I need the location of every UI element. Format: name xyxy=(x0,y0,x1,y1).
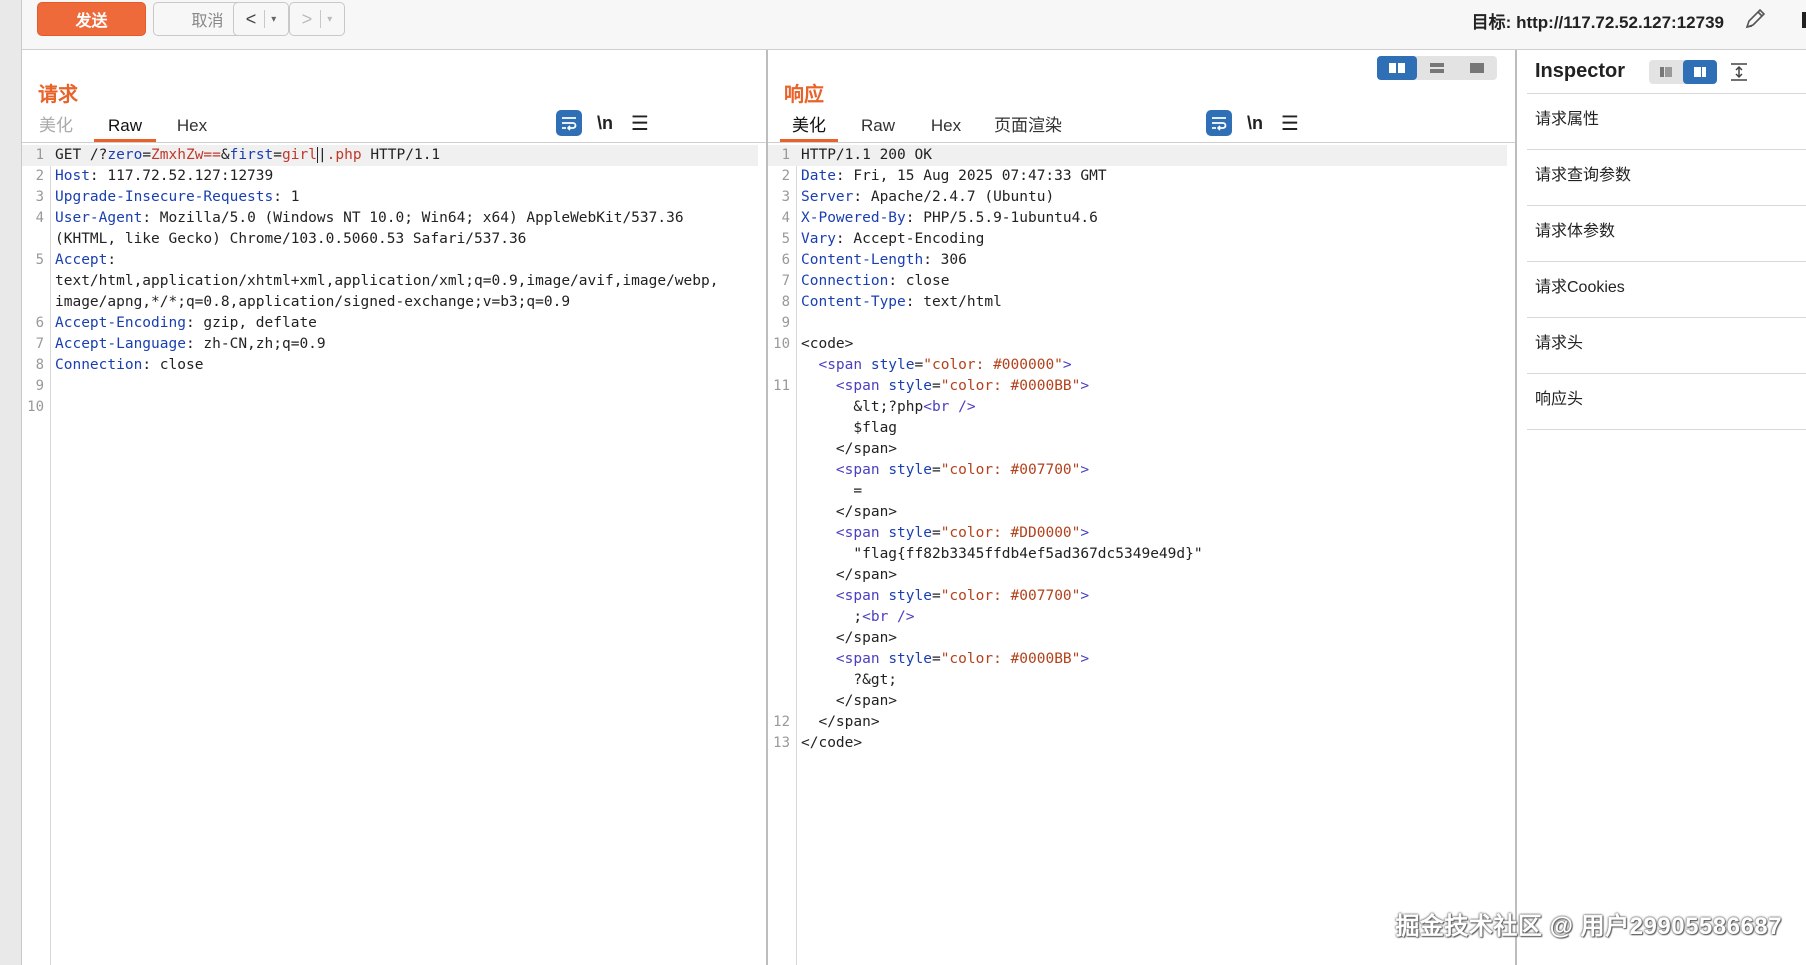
code-line: 10 <code> xyxy=(773,336,854,352)
tab-pretty[interactable]: 美化 xyxy=(780,112,838,142)
tab-divider xyxy=(768,142,1515,143)
code-line: </span> xyxy=(801,693,898,709)
inspector-response-headers[interactable]: 响应头 xyxy=(1527,374,1806,430)
code-line: 5 Vary: Accept-Encoding xyxy=(781,231,985,247)
forward-arrow-icon: > xyxy=(301,8,313,29)
code-line: 9 xyxy=(781,315,790,331)
history-back-button[interactable]: < ▾ xyxy=(233,2,289,36)
inspector-layout-toggle xyxy=(1649,60,1717,84)
layout-stacked-icon[interactable] xyxy=(1417,56,1457,80)
code-line: <span style="color: #DD0000"> xyxy=(801,525,1090,541)
back-arrow-icon: < xyxy=(245,8,257,29)
code-line: (KHTML, like Gecko) Chrome/103.0.5060.53… xyxy=(55,231,527,247)
code-line: = xyxy=(801,483,863,499)
back-dropdown-icon[interactable]: ▾ xyxy=(271,14,276,25)
code-line: 8 Content-Type: text/html xyxy=(781,294,1002,310)
target-url: http://117.72.52.127:12739 xyxy=(1516,13,1724,32)
inspector-title: Inspector xyxy=(1535,60,1626,82)
code-line: 8 Connection: close xyxy=(35,357,204,373)
inspector-body-params[interactable]: 请求体参数 xyxy=(1527,206,1806,262)
response-panel: 响应 美化 Raw Hex 页面渲染 \n ☰ 1 HTTP/1.1 200 OK… xyxy=(768,50,1517,965)
request-editor[interactable]: 1 GET /?zero=ZmxhZw==&first=girl|.php HTT… xyxy=(22,145,758,965)
tab-hex[interactable]: Hex xyxy=(922,112,970,142)
code-line: 3 Upgrade-Insecure-Requests: 1 xyxy=(35,189,300,205)
response-editor[interactable]: 1 HTTP/1.1 200 OK 2 Date: Fri, 15 Aug 2025… xyxy=(768,145,1507,965)
code-line: 4 User-Agent: Mozilla/5.0 (Windows NT 10.… xyxy=(35,210,684,226)
code-line: $flag xyxy=(801,420,898,436)
request-panel: 请求 美化 Raw Hex \n ☰ 1 GET /?zero=ZmxhZw==&… xyxy=(22,50,768,965)
code-line: 4 X-Powered-By: PHP/5.5.9-1ubuntu4.6 xyxy=(781,210,1098,226)
request-title: 请求 xyxy=(38,84,78,106)
flag-line: "flag{ff82b3345ffdb4ef5ad367dc5349e49d}" xyxy=(801,546,1203,562)
menu-icon[interactable]: ☰ xyxy=(627,110,653,136)
code-line: ;<br /> xyxy=(801,609,915,625)
code-line: image/apng,*/*;q=0.8,application/signed-… xyxy=(55,294,571,310)
collapse-icon[interactable] xyxy=(1727,60,1751,84)
layout-toggle xyxy=(1377,56,1497,80)
code-line: 7 Accept-Language: zh-CN,zh;q=0.9 xyxy=(35,336,326,352)
code-line: </span> xyxy=(801,504,898,520)
code-line: 5 Accept: xyxy=(35,252,117,268)
send-button[interactable]: 发送 xyxy=(37,2,146,36)
button-separator xyxy=(320,10,322,28)
top-toolbar: 发送 取消 < ▾ > ▾ 目标: http://117.72.52.127:1… xyxy=(22,0,1806,50)
code-line: 6 Accept-Encoding: gzip, deflate xyxy=(35,315,317,331)
code-line: text/html,application/xhtml+xml,applicat… xyxy=(55,273,719,289)
tab-hex[interactable]: Hex xyxy=(168,112,216,142)
code-line: 6 Content-Length: 306 xyxy=(781,252,967,268)
layout-side-by-side-icon[interactable] xyxy=(1377,56,1417,80)
newline-toggle-icon[interactable]: \n xyxy=(1242,110,1268,136)
code-line: ?&gt; xyxy=(801,672,898,688)
code-line: <span style="color: #007700"> xyxy=(801,462,1090,478)
inspector-query-params[interactable]: 请求查询参数 xyxy=(1527,150,1806,206)
forward-dropdown-icon[interactable]: ▾ xyxy=(327,14,332,25)
menu-icon[interactable]: ☰ xyxy=(1277,110,1303,136)
button-separator xyxy=(264,10,266,28)
inspector-layout-left-icon[interactable] xyxy=(1649,60,1683,84)
code-line: </span> xyxy=(801,630,898,646)
layout-single-icon[interactable] xyxy=(1457,56,1497,80)
pencil-icon[interactable] xyxy=(1742,6,1768,32)
tab-raw[interactable]: Raw xyxy=(854,112,902,142)
code-line: 3 Server: Apache/2.4.7 (Ubuntu) xyxy=(781,189,1055,205)
word-wrap-icon[interactable] xyxy=(556,110,582,136)
code-line: </span> xyxy=(801,567,898,583)
code-line: 11 <span style="color: #0000BB"> xyxy=(773,378,1090,394)
code-line: 1 GET /?zero=ZmxhZw==&first=girl|.php HTT… xyxy=(22,145,758,166)
tab-render[interactable]: 页面渲染 xyxy=(988,112,1068,142)
target-display: 目标: http://117.72.52.127:12739 xyxy=(1472,8,1724,33)
code-line: <span style="color: #0000BB"> xyxy=(801,651,1090,667)
response-title: 响应 xyxy=(784,84,824,106)
tab-divider xyxy=(22,142,766,143)
newline-toggle-icon[interactable]: \n xyxy=(592,110,618,136)
code-line: 2 Host: 117.72.52.127:12739 xyxy=(35,168,274,184)
code-line: &lt;?php<br /> xyxy=(801,399,976,415)
code-line: <span style="color: #000000"> xyxy=(801,357,1072,373)
code-line: </span> xyxy=(801,441,898,457)
code-line: <span style="color: #007700"> xyxy=(801,588,1090,604)
code-line: 12 </span> xyxy=(773,714,880,730)
code-line: 10 xyxy=(27,399,44,415)
inspector-request-attributes[interactable]: 请求属性 xyxy=(1527,94,1806,150)
toolbar-overflow-marker xyxy=(1802,12,1806,28)
inspector-request-headers[interactable]: 请求头 xyxy=(1527,318,1806,374)
target-label: 目标: xyxy=(1471,13,1512,32)
inspector-panel: Inspector 请求属性 请求查询参数 请求体参数 请求Cookies 请求… xyxy=(1517,50,1806,965)
inspector-layout-right-icon[interactable] xyxy=(1683,60,1717,84)
code-line: 13 </code> xyxy=(773,735,863,751)
word-wrap-icon[interactable] xyxy=(1206,110,1232,136)
watermark: 掘金技术社区 @ 用户2990558668​7 xyxy=(1395,913,1782,940)
history-forward-button[interactable]: > ▾ xyxy=(289,2,345,36)
inspector-request-cookies[interactable]: 请求Cookies xyxy=(1527,262,1806,318)
code-line: 7 Connection: close xyxy=(781,273,950,289)
tab-raw[interactable]: Raw xyxy=(94,112,156,142)
tab-pretty[interactable]: 美化 xyxy=(32,112,80,142)
code-line: 9 xyxy=(35,378,44,394)
code-line: 1 HTTP/1.1 200 OK xyxy=(768,145,1507,166)
left-edge-strip xyxy=(0,0,22,965)
code-line: 2 Date: Fri, 15 Aug 2025 07:47:33 GMT xyxy=(781,168,1107,184)
